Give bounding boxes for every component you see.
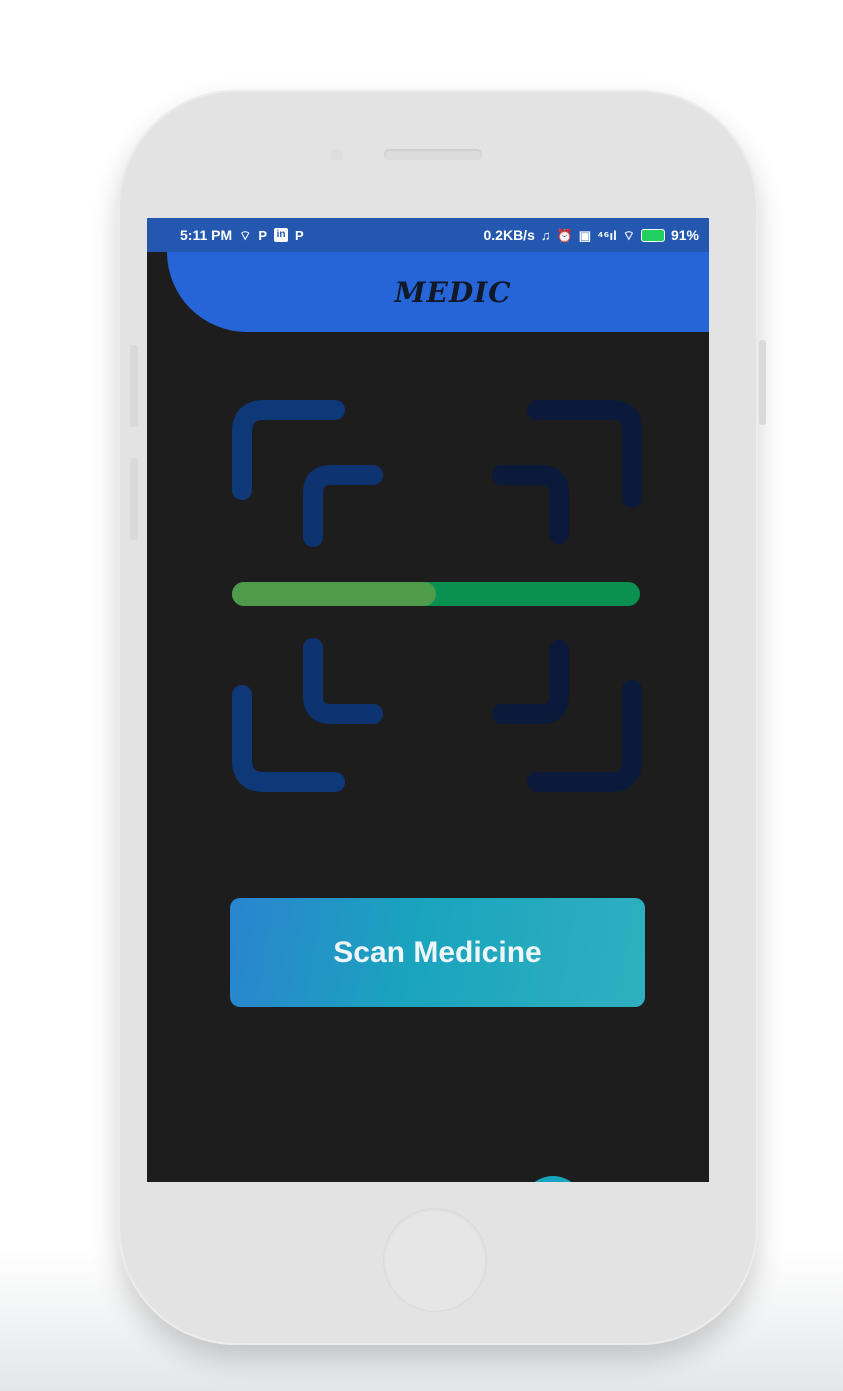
battery-icon — [640, 228, 665, 242]
battery-level: 91% — [670, 227, 699, 243]
wifi-icon: ⌔ — [239, 227, 252, 243]
app-header: MEDIC — [167, 252, 709, 332]
scanner-frame — [232, 400, 642, 792]
earpiece-speaker — [384, 149, 482, 160]
status-time: 5:11 PM — [180, 227, 233, 243]
status-right: 0.2KB/s ♫ ⏰ ▣ ⁴⁶ıl ⌔ 91% — [484, 227, 700, 243]
volte-icon: ▣ — [578, 227, 592, 243]
scan-corner-bottom-left-inner — [303, 638, 383, 724]
parking-icon: P — [258, 227, 268, 243]
signal-icon: ⁴⁶ıl — [597, 227, 617, 243]
alarm-icon: ⏰ — [556, 227, 573, 243]
linkedin-icon: in — [274, 228, 289, 242]
wifi-icon: ⌔ — [622, 227, 635, 243]
network-speed: 0.2KB/s — [483, 227, 535, 243]
status-bar: 5:11 PM ⌔ P in P 0.2KB/s ♫ ⏰ ▣ ⁴⁶ıl ⌔ 91… — [147, 218, 709, 252]
headphones-icon: ♫ — [540, 227, 551, 243]
floating-action-button[interactable] — [522, 1176, 584, 1182]
home-button[interactable] — [383, 1208, 487, 1312]
front-camera — [331, 149, 343, 161]
parking-icon: P — [295, 227, 304, 243]
scan-corner-bottom-right-inner — [492, 640, 569, 724]
volume-down-button — [130, 458, 138, 540]
app-title: MEDIC — [394, 275, 512, 309]
power-button — [759, 340, 766, 425]
scan-progress-fill — [232, 582, 436, 606]
volume-up-button — [130, 345, 138, 427]
app-screen: 5:11 PM ⌔ P in P 0.2KB/s ♫ ⏰ ▣ ⁴⁶ıl ⌔ 91… — [147, 218, 709, 1182]
status-left: 5:11 PM ⌔ P in P — [180, 227, 304, 243]
scan-corner-top-left-inner — [303, 465, 383, 547]
scan-corner-top-right-inner — [492, 465, 569, 544]
scan-medicine-button[interactable]: Scan Medicine — [230, 898, 645, 1007]
